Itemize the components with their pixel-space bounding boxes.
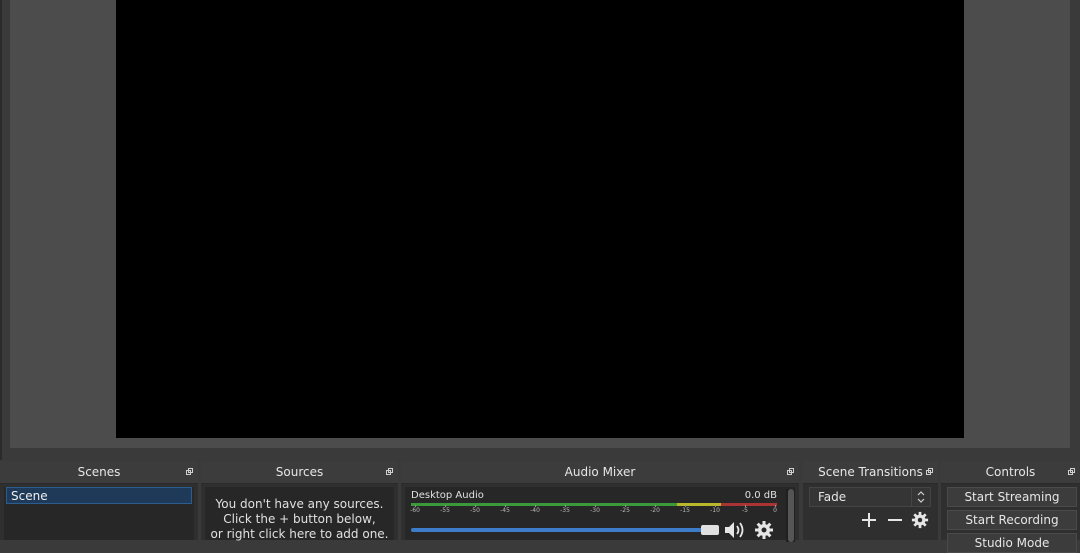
scene-transitions-dock: Scene Transitions Fade bbox=[803, 461, 938, 540]
meter-red-zone bbox=[721, 503, 777, 506]
undock-icon[interactable] bbox=[386, 468, 393, 475]
meter-tick-label: -25 bbox=[620, 505, 630, 514]
transition-select[interactable]: Fade bbox=[809, 487, 931, 507]
studio-mode-button[interactable]: Studio Mode bbox=[947, 533, 1077, 553]
undock-icon[interactable] bbox=[926, 468, 933, 475]
mixer-scrollbar[interactable] bbox=[786, 489, 795, 542]
transitions-body: Fade bbox=[807, 487, 934, 540]
scenes-dock: Scenes Scene bbox=[0, 461, 198, 540]
sources-dock-title: Sources bbox=[201, 461, 398, 484]
sources-empty-message: You don't have any sources. Click the + … bbox=[205, 497, 394, 542]
meter-tick-label: -45 bbox=[500, 505, 510, 514]
meter-tick-label: -15 bbox=[680, 505, 690, 514]
scenes-list[interactable]: Scene bbox=[4, 487, 194, 540]
sources-list[interactable]: You don't have any sources. Click the + … bbox=[205, 487, 394, 542]
speaker-icon[interactable] bbox=[723, 519, 747, 545]
transitions-dock-title: Scene Transitions bbox=[803, 461, 938, 484]
preview-area bbox=[10, 0, 1070, 448]
meter-tick-label: -50 bbox=[470, 505, 480, 514]
preview-canvas[interactable] bbox=[116, 0, 964, 438]
transition-selected-value: Fade bbox=[818, 490, 847, 504]
scenes-title-label: Scenes bbox=[77, 465, 121, 479]
scenes-dock-title: Scenes bbox=[0, 461, 198, 484]
undock-icon[interactable] bbox=[1068, 468, 1075, 475]
start-streaming-button[interactable]: Start Streaming bbox=[947, 487, 1077, 507]
controls-title-label: Controls bbox=[985, 465, 1036, 479]
volume-slider-track[interactable] bbox=[411, 528, 715, 532]
audio-mixer-title-label: Audio Mixer bbox=[564, 465, 636, 479]
gear-icon[interactable] bbox=[754, 520, 774, 544]
controls-dock: Controls Start Streaming Start Recording… bbox=[941, 461, 1080, 553]
meter-tick-label: -5 bbox=[742, 505, 748, 514]
meter-tick-label: -30 bbox=[590, 505, 600, 514]
controls-body: Start Streaming Start Recording Studio M… bbox=[945, 487, 1077, 553]
plus-icon[interactable] bbox=[860, 511, 878, 533]
sources-empty-line: Click the + button below, bbox=[223, 512, 376, 526]
meter-tick-label: -60 bbox=[410, 505, 420, 514]
meter-tick-label: -20 bbox=[650, 505, 660, 514]
sources-dock: Sources You don't have any sources. Clic… bbox=[201, 461, 398, 542]
audio-mixer-dock-title: Audio Mixer bbox=[401, 461, 799, 484]
scrollbar-thumb[interactable] bbox=[788, 489, 794, 542]
scene-list-item[interactable]: Scene bbox=[6, 487, 192, 504]
meter-tick-label: -35 bbox=[560, 505, 570, 514]
meter-tick-label: 0 bbox=[773, 505, 777, 514]
audio-mixer-dock: Audio Mixer Desktop Audio 0.0 dB -60 -55 -… bbox=[401, 461, 799, 542]
volume-slider-handle[interactable] bbox=[701, 525, 719, 535]
sources-empty-line: You don't have any sources. bbox=[215, 497, 384, 511]
undock-icon[interactable] bbox=[787, 468, 794, 475]
audio-mixer-body: Desktop Audio 0.0 dB -60 -55 -50 -45 -40 -35-… bbox=[405, 487, 795, 542]
sources-title-label: Sources bbox=[275, 465, 324, 479]
gear-icon[interactable] bbox=[911, 511, 929, 533]
window-edge bbox=[0, 0, 2, 460]
audio-channel-name: Desktop Audio bbox=[411, 490, 484, 501]
minus-icon[interactable] bbox=[886, 511, 904, 533]
meter-scale: -60 -55 -50 -45 -40 -35 -30 -25 -20 -15 -10 -5 0 bbox=[410, 505, 777, 517]
start-recording-button[interactable]: Start Recording bbox=[947, 510, 1077, 530]
transitions-title-label: Scene Transitions bbox=[818, 465, 923, 479]
undock-icon[interactable] bbox=[186, 468, 193, 475]
controls-dock-title: Controls bbox=[941, 461, 1080, 484]
meter-green-zone bbox=[411, 503, 677, 506]
spinner-arrows-icon[interactable] bbox=[911, 488, 930, 506]
meter-tick-label: -55 bbox=[440, 505, 450, 514]
audio-channel-level: 0.0 dB bbox=[744, 490, 777, 501]
meter-tick-label: -10 bbox=[710, 505, 720, 514]
meter-tick-label: -40 bbox=[530, 505, 540, 514]
